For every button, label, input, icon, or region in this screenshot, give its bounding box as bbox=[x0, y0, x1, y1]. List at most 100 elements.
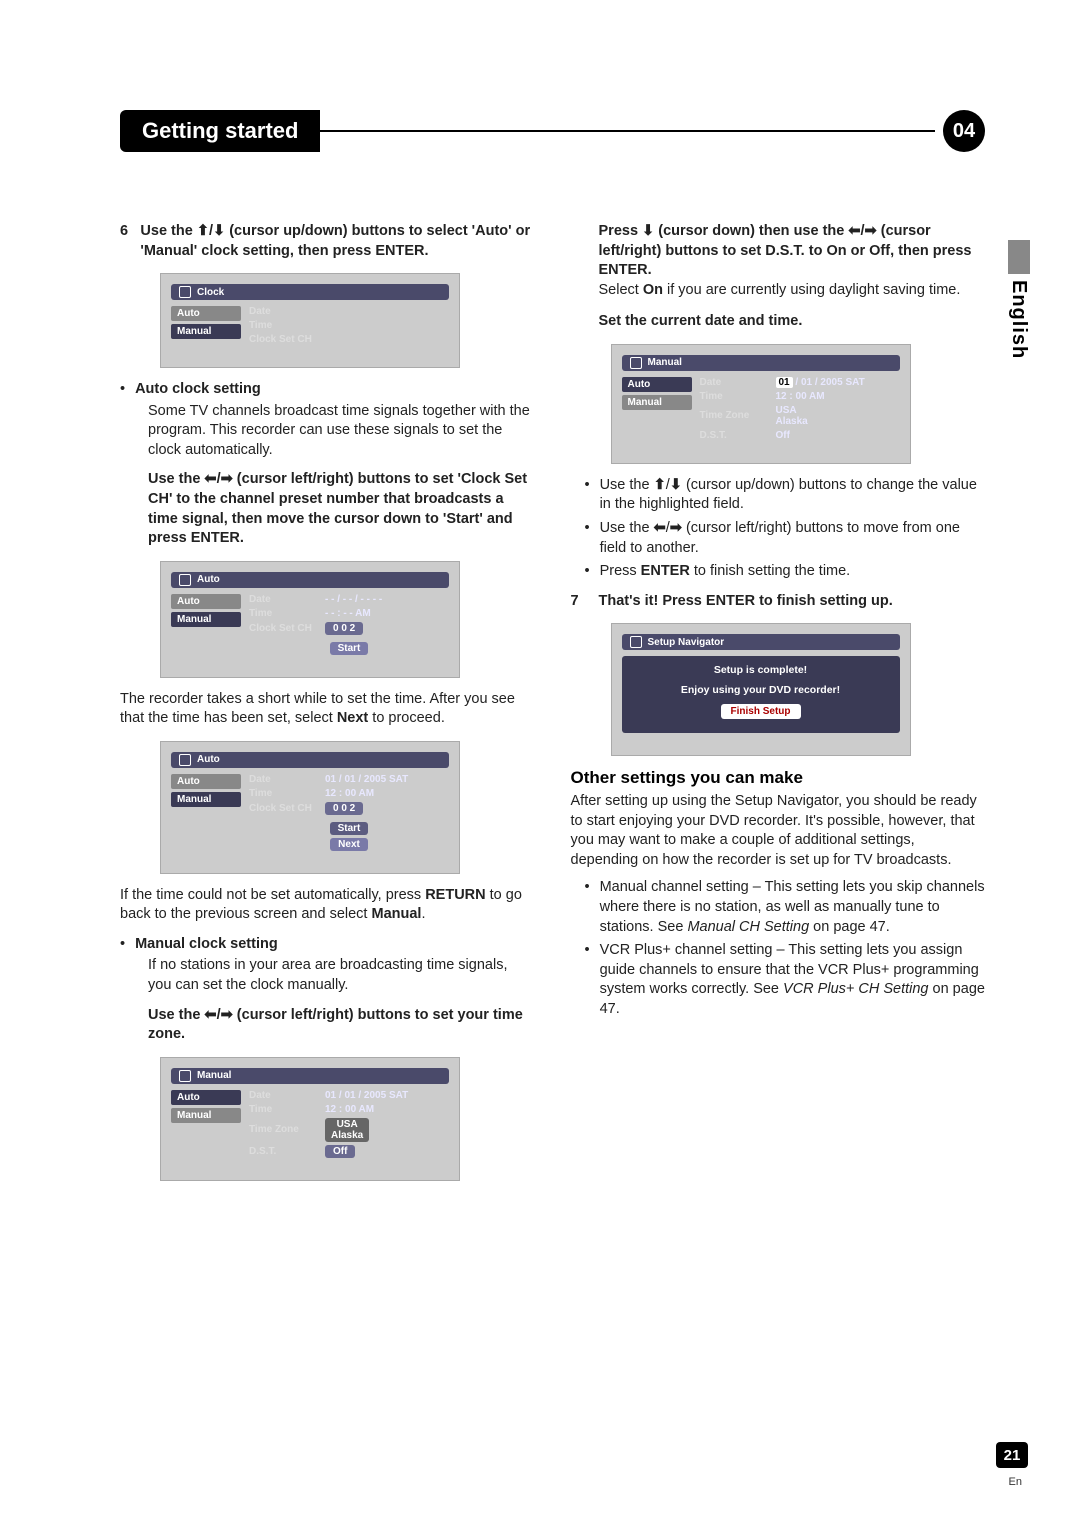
f-csc: Clock Set CH bbox=[249, 803, 317, 814]
v-csc: 0 0 2 bbox=[325, 802, 363, 815]
osd-manual2-title: Manual bbox=[648, 357, 682, 368]
v-date: - - / - - / - - - - bbox=[325, 594, 382, 605]
tz-usa: USA bbox=[337, 1119, 358, 1130]
osd-clock-leftlist: Auto Manual bbox=[171, 306, 241, 345]
arrow-left-icon: ⬅ bbox=[204, 1007, 216, 1023]
chapter-header: Getting started 04 bbox=[120, 110, 985, 152]
triangle-right-icon bbox=[371, 1124, 379, 1132]
arrow-down-icon: ⬇ bbox=[670, 477, 682, 493]
auto-after-text: The recorder takes a short while to set … bbox=[120, 690, 535, 729]
auto-after-c: to proceed. bbox=[368, 710, 445, 726]
di-b: (cursor down) then use the bbox=[658, 223, 848, 239]
osd-icon bbox=[179, 286, 191, 298]
bullet-icon bbox=[120, 380, 125, 400]
left-column: 6 Use the ⬆/⬇ (cursor up/down) buttons t… bbox=[120, 222, 535, 1193]
f-tz: Time Zone bbox=[700, 410, 768, 421]
bullet-icon bbox=[585, 878, 590, 937]
f-tz: Time Zone bbox=[249, 1124, 317, 1135]
tip3-enter: ENTER bbox=[641, 563, 690, 579]
dst-instr: Press ⬇ (cursor down) then use the ⬅/➡ (… bbox=[599, 222, 986, 281]
osd-finish-title: Setup Navigator bbox=[648, 637, 725, 648]
other-item-1: Manual channel setting – This setting le… bbox=[585, 878, 986, 937]
v-date: 01 / 01 / 2005 SAT bbox=[325, 1090, 408, 1101]
tz-usa: USA bbox=[776, 405, 808, 416]
f-time: Time bbox=[249, 608, 317, 619]
af-manual: Manual bbox=[371, 906, 421, 922]
osd-icon bbox=[630, 357, 642, 369]
manual-body: If no stations in your area are broadcas… bbox=[148, 956, 535, 995]
auto-instr-a: Use the bbox=[148, 471, 204, 487]
v-time: - - : - - AM bbox=[325, 608, 371, 619]
arrow-right-icon: ➡ bbox=[221, 1007, 233, 1023]
osd-item-auto: Auto bbox=[171, 594, 241, 609]
f-date: Date bbox=[249, 594, 317, 605]
osd-icon bbox=[630, 636, 642, 648]
f-date: Date bbox=[249, 306, 317, 317]
db-a: Select bbox=[599, 282, 643, 298]
language-tab: English bbox=[1007, 240, 1030, 359]
tip-1: Use the ⬆/⬇ (cursor up/down) buttons to … bbox=[585, 476, 986, 515]
db-c: if you are currently using daylight savi… bbox=[663, 282, 960, 298]
tz-plain: USA Alaska bbox=[776, 405, 808, 427]
db-on: On bbox=[643, 282, 663, 298]
auto-clock-head: Auto clock setting bbox=[135, 380, 261, 400]
auto-after-a: The recorder takes a short while to set … bbox=[120, 691, 515, 727]
oi2-ital: VCR Plus+ CH Setting bbox=[783, 981, 928, 997]
osd-auto-next: Auto Auto Manual Date01 / 01 / 2005 SAT … bbox=[160, 741, 460, 874]
f-date: Date bbox=[249, 1090, 317, 1101]
step-6: 6 Use the ⬆/⬇ (cursor up/down) buttons t… bbox=[120, 222, 535, 261]
arrow-right-icon: ➡ bbox=[865, 223, 877, 239]
oi1-b: on page 47. bbox=[809, 919, 890, 935]
page-lang-abbr: En bbox=[1009, 1476, 1022, 1488]
date-highlight: 01 bbox=[776, 377, 793, 388]
osd-item-auto: Auto bbox=[622, 377, 692, 392]
osd-manual-date: Manual Auto Manual Date 01 / 01 / 2005 S… bbox=[611, 344, 911, 464]
osd-auto2-title: Auto bbox=[197, 754, 220, 765]
auto-clock-body: Some TV channels broadcast time signals … bbox=[148, 402, 535, 461]
language-tab-bar bbox=[1008, 240, 1030, 274]
finish-setup-button: Finish Setup bbox=[721, 704, 801, 719]
set-datetime-head: Set the current date and time. bbox=[599, 312, 986, 332]
tip1-a: Use the bbox=[600, 477, 654, 493]
v-dst: Off bbox=[776, 430, 790, 441]
arrow-right-icon: ➡ bbox=[221, 471, 233, 487]
bullet-icon bbox=[120, 935, 125, 955]
v-csc: 0 0 2 bbox=[325, 622, 363, 635]
arrow-left-icon: ⬅ bbox=[848, 223, 860, 239]
chapter-title: Getting started bbox=[120, 110, 320, 152]
osd-auto1-title: Auto bbox=[197, 574, 220, 585]
osd-manual-tz: Manual Auto Manual Date 01 / 01 / 2005 SA… bbox=[160, 1057, 460, 1181]
osd-clock: Clock Auto Manual Date Time Clock Set CH bbox=[160, 273, 460, 368]
v-dst: Off bbox=[325, 1145, 355, 1158]
tip3-b: to finish setting the time. bbox=[690, 563, 850, 579]
arrow-left-icon: ⬅ bbox=[654, 520, 666, 536]
tz-alaska: Alaska bbox=[331, 1130, 363, 1141]
dst-body: Select On if you are currently using day… bbox=[599, 281, 986, 301]
di-a: Press bbox=[599, 223, 643, 239]
manual-instr: Use the ⬅/➡ (cursor left/right) buttons … bbox=[148, 1006, 535, 1045]
osd-item-auto: Auto bbox=[171, 1090, 241, 1105]
osd-start-button: Start bbox=[330, 822, 369, 835]
tip-3: Press ENTER to finish setting the time. bbox=[585, 562, 986, 582]
tip3-a: Press bbox=[600, 563, 641, 579]
tip-2: Use the ⬅/➡ (cursor left/right) buttons … bbox=[585, 519, 986, 558]
osd-auto-start: Auto Auto Manual Date- - / - - / - - - -… bbox=[160, 561, 460, 678]
osd-item-auto: Auto bbox=[171, 774, 241, 789]
af-e: . bbox=[421, 906, 425, 922]
osd-manual-title: Manual bbox=[197, 1070, 231, 1081]
osd-finish: Setup Navigator Setup is complete! Enjoy… bbox=[611, 623, 911, 756]
chapter-number-badge: 04 bbox=[943, 110, 985, 152]
f-dst: D.S.T. bbox=[249, 1146, 317, 1157]
step-6-text: Use the ⬆/⬇ (cursor up/down) buttons to … bbox=[140, 222, 534, 261]
osd-item-manual: Manual bbox=[171, 792, 241, 807]
f-time: Time bbox=[249, 320, 317, 331]
f-time: Time bbox=[249, 788, 317, 799]
osd-start-button: Start bbox=[330, 642, 369, 655]
other-settings-head: Other settings you can make bbox=[571, 768, 986, 788]
bullet-icon bbox=[585, 941, 590, 1019]
header-rule bbox=[320, 130, 935, 132]
f-time: Time bbox=[249, 1104, 317, 1115]
auto-fail-text: If the time could not be set automatical… bbox=[120, 886, 535, 925]
osd-item-manual: Manual bbox=[171, 1108, 241, 1123]
other-item-2: VCR Plus+ channel setting – This setting… bbox=[585, 941, 986, 1019]
